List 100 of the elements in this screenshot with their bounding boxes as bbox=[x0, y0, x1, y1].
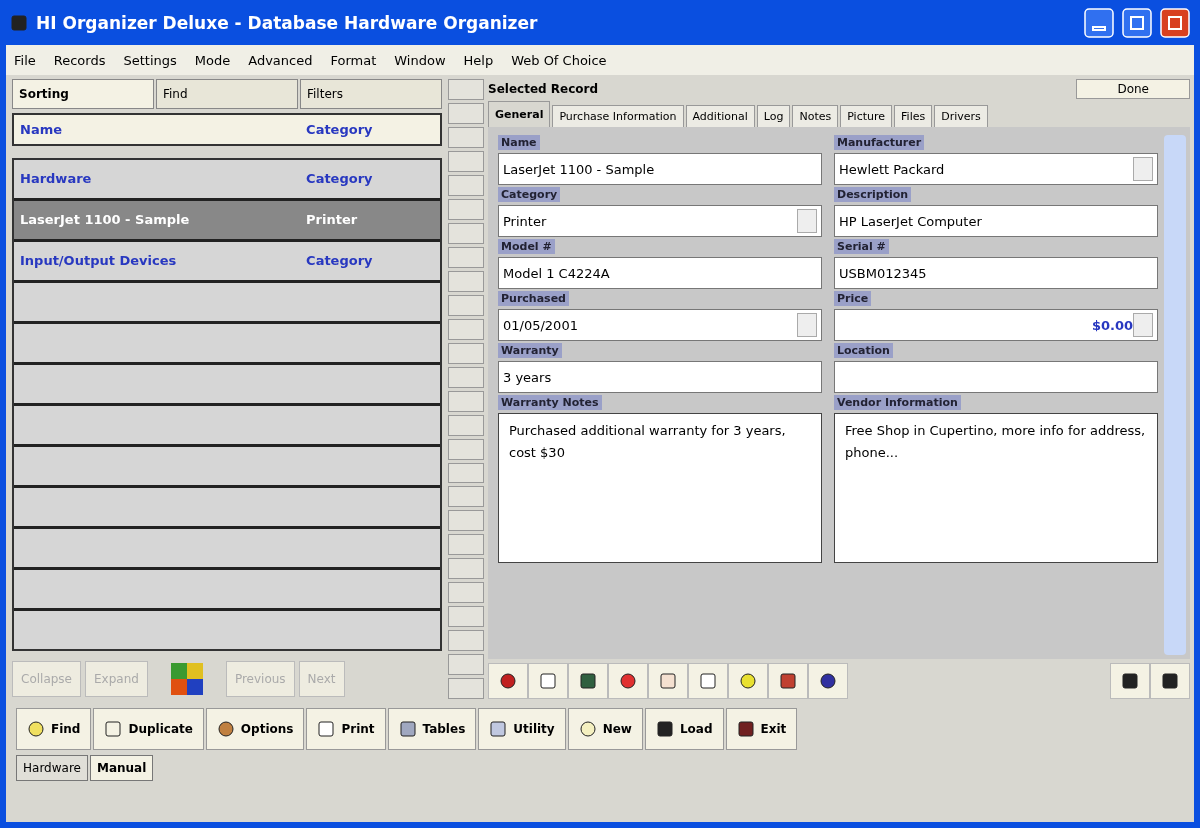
input-field[interactable] bbox=[834, 361, 1158, 393]
toolbar-button[interactable]: Print bbox=[306, 708, 386, 750]
done-button[interactable]: Done bbox=[1076, 79, 1190, 99]
field-label: Description bbox=[834, 187, 912, 202]
input-field[interactable]: HP LaserJet Computer bbox=[834, 205, 1158, 237]
input-field[interactable]: USBM012345 bbox=[834, 257, 1158, 289]
toolbar-button[interactable]: New bbox=[567, 708, 643, 750]
input-field[interactable]: 01/05/2001 bbox=[498, 309, 822, 341]
tab[interactable]: Hardware bbox=[16, 755, 88, 781]
dropdown-button[interactable] bbox=[1133, 157, 1153, 181]
index-button[interactable] bbox=[448, 198, 484, 220]
menu-item[interactable]: Records bbox=[53, 52, 106, 68]
toolbar-button[interactable] bbox=[608, 663, 648, 699]
toolbar-button[interactable] bbox=[568, 663, 608, 699]
minimize-button[interactable] bbox=[1084, 7, 1114, 38]
tab[interactable]: Picture bbox=[840, 105, 893, 127]
index-button[interactable] bbox=[448, 294, 484, 316]
list-row[interactable]: Input/Output Devices Category bbox=[14, 241, 440, 280]
list-row[interactable]: Hardware Category bbox=[14, 159, 440, 198]
field-label: Vendor Information bbox=[834, 395, 961, 410]
toolbar-button[interactable]: Tables bbox=[387, 708, 477, 750]
toolbar-button[interactable]: Load bbox=[644, 708, 724, 750]
index-button[interactable] bbox=[448, 150, 484, 172]
field-value: Model 1 C4224A bbox=[503, 265, 610, 281]
tab[interactable]: Purchase Information bbox=[552, 105, 684, 127]
index-button[interactable] bbox=[448, 630, 484, 652]
index-button[interactable] bbox=[448, 558, 484, 580]
next-button[interactable] bbox=[1150, 663, 1190, 699]
field-label: Manufacturer bbox=[834, 135, 925, 150]
toolbar-button[interactable]: Options bbox=[205, 708, 305, 750]
tab[interactable]: General bbox=[488, 101, 551, 127]
previous-button[interactable] bbox=[1110, 663, 1150, 699]
index-button[interactable] bbox=[448, 438, 484, 460]
maximize-button[interactable] bbox=[1122, 7, 1152, 38]
index-button[interactable] bbox=[448, 414, 484, 436]
dropdown-button[interactable] bbox=[797, 209, 817, 233]
menu-item[interactable]: Settings bbox=[123, 52, 177, 68]
tab[interactable]: Files bbox=[894, 105, 933, 127]
list-row[interactable]: LaserJet 1100 - Sample Printer bbox=[14, 200, 440, 239]
table-cell-text: Printer bbox=[305, 212, 359, 228]
index-button[interactable] bbox=[448, 486, 484, 508]
toolbar-button[interactable]: Duplicate bbox=[93, 708, 204, 750]
index-button[interactable] bbox=[448, 510, 484, 532]
index-button[interactable] bbox=[448, 222, 484, 244]
field-value: Printer bbox=[503, 213, 547, 229]
tab[interactable]: Filters bbox=[300, 79, 442, 109]
index-button[interactable] bbox=[448, 79, 484, 100]
input-field[interactable]: 3 years bbox=[498, 361, 822, 393]
tab[interactable]: Find bbox=[156, 79, 298, 109]
index-button[interactable] bbox=[448, 126, 484, 148]
index-button[interactable] bbox=[448, 390, 484, 412]
field-label: Purchased bbox=[498, 291, 569, 306]
index-button[interactable] bbox=[448, 102, 484, 124]
scrollbar[interactable] bbox=[1164, 135, 1186, 655]
column-header[interactable]: Category bbox=[300, 121, 440, 137]
index-button[interactable] bbox=[448, 246, 484, 268]
toolbar-button[interactable]: Find bbox=[16, 708, 92, 750]
index-button[interactable] bbox=[448, 366, 484, 388]
index-button[interactable] bbox=[448, 318, 484, 340]
field-label: Warranty bbox=[498, 343, 562, 358]
index-button[interactable] bbox=[448, 174, 484, 196]
toolbar-button[interactable] bbox=[808, 663, 848, 699]
toolbar-button[interactable] bbox=[488, 663, 528, 699]
index-button[interactable] bbox=[448, 462, 484, 484]
index-button[interactable] bbox=[448, 534, 484, 556]
field-label: Category bbox=[498, 187, 561, 202]
input-field[interactable]: $0.00 bbox=[834, 309, 1158, 341]
memo-field[interactable]: Free Shop in Cupertino, more info for address, phone... bbox=[834, 413, 1158, 563]
toolbar-button[interactable]: Exit bbox=[725, 708, 798, 750]
tab[interactable]: Sorting bbox=[12, 79, 154, 109]
tab[interactable]: Manual bbox=[89, 755, 154, 781]
input-field[interactable]: Model 1 C4224A bbox=[498, 257, 822, 289]
menu-item[interactable]: Web Of Choice bbox=[511, 52, 607, 68]
menu-item[interactable]: Advanced bbox=[248, 52, 313, 68]
input-field[interactable]: LaserJet 1100 - Sample bbox=[498, 153, 822, 185]
close-button[interactable] bbox=[1160, 7, 1190, 38]
toolbar-button[interactable] bbox=[768, 663, 808, 699]
field-value: LaserJet 1100 - Sample bbox=[503, 161, 655, 177]
menu-item[interactable]: Mode bbox=[194, 52, 231, 68]
column-header[interactable]: Name bbox=[14, 121, 301, 137]
index-button[interactable] bbox=[448, 342, 484, 364]
index-button[interactable] bbox=[448, 582, 484, 604]
index-button[interactable] bbox=[448, 270, 484, 292]
memo-field[interactable]: Purchased additional warranty for 3 years, cost $30 bbox=[498, 413, 822, 563]
tab[interactable]: Drivers bbox=[934, 105, 988, 127]
field-value: HP LaserJet Computer bbox=[839, 213, 982, 229]
menu-item[interactable]: Help bbox=[463, 52, 494, 68]
index-button[interactable] bbox=[448, 606, 484, 628]
input-field[interactable]: Hewlett Packard bbox=[834, 153, 1158, 185]
toolbar-button[interactable]: Utility bbox=[478, 708, 566, 750]
input-field[interactable]: Printer bbox=[498, 205, 822, 237]
tab[interactable]: Notes bbox=[792, 105, 839, 127]
toolbar-button[interactable] bbox=[728, 663, 768, 699]
spin-button[interactable] bbox=[1133, 313, 1153, 337]
menu-item[interactable]: Format bbox=[330, 52, 377, 68]
spin-button[interactable] bbox=[797, 313, 817, 337]
tab[interactable]: Log bbox=[756, 105, 791, 127]
menu-item[interactable]: File bbox=[14, 52, 36, 68]
tab[interactable]: Additional bbox=[685, 105, 755, 127]
menu-item[interactable]: Window bbox=[394, 52, 446, 68]
